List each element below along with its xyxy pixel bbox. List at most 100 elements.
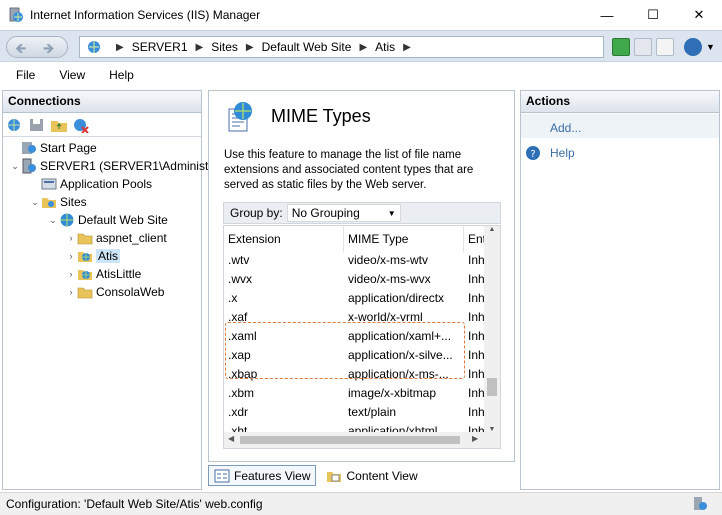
cell-extension: .xdr — [228, 405, 249, 419]
chevron-down-icon[interactable]: ▼ — [706, 42, 715, 56]
tree-node[interactable]: ⌄ Sites — [29, 193, 87, 211]
scroll-up-icon[interactable]: ▲ — [484, 226, 500, 233]
hscroll-thumb[interactable] — [240, 436, 460, 444]
tree-node[interactable]: Application Pools — [29, 175, 152, 193]
cell-mime-type: video/x-ms-wvx — [348, 272, 431, 286]
folder-icon — [77, 233, 93, 245]
feature-pane: MIME Types Use this feature to manage th… — [208, 90, 515, 462]
group-by-bar: Group by: No Grouping ▼ — [223, 202, 501, 224]
horizontal-scrollbar[interactable]: ◀ ▶ — [224, 432, 500, 448]
tree-node[interactable]: › Atis — [65, 247, 121, 265]
tab-features-view[interactable]: Features View — [208, 465, 317, 486]
add-action[interactable]: Add... — [550, 118, 581, 138]
highlight-box — [225, 322, 465, 379]
chevron-right-icon[interactable]: › — [65, 233, 77, 243]
chevron-right-icon: ▶ — [359, 41, 368, 53]
stop-icon[interactable] — [634, 38, 652, 56]
page-title: MIME Types — [271, 106, 371, 126]
tree-node[interactable]: › aspnet_client — [65, 229, 167, 247]
connections-toolbar — [3, 113, 201, 137]
menu-help[interactable]: Help — [109, 68, 134, 82]
table-row[interactable]: .wtv video/x-ms-wtv Inh — [224, 252, 486, 271]
chevron-right-icon[interactable]: › — [65, 287, 77, 297]
vertical-scrollbar[interactable]: ▲ ▼ — [484, 226, 500, 433]
features-view-icon — [214, 469, 230, 482]
tree-node-label: Start Page — [40, 141, 97, 155]
breadcrumb-sites[interactable]: Sites — [211, 40, 238, 54]
globe-icon — [60, 213, 74, 227]
disconnect-icon[interactable] — [72, 117, 90, 133]
menu-file[interactable]: File — [16, 68, 35, 82]
table-row[interactable]: .xdr text/plain Inh — [224, 404, 486, 423]
tree-node-label: Default Web Site — [78, 213, 168, 227]
cell-mime-type: video/x-ms-wtv — [348, 253, 429, 267]
menu-bar: File View Help — [0, 63, 722, 87]
tree-node-label: Atis — [96, 249, 121, 263]
navigation-bar: 🡸 🡺 ▶ SERVER1 ▶ Sites ▶ Default Web Site… — [0, 30, 722, 62]
title-bar: Internet Information Services (IIS) Mana… — [0, 0, 722, 30]
address-bar[interactable]: ▶ SERVER1 ▶ Sites ▶ Default Web Site ▶ A… — [79, 36, 604, 58]
actions-pane: Actions Add... ? Help — [520, 90, 720, 490]
chevron-right-icon: ▶ — [403, 41, 411, 53]
chevron-right-icon[interactable]: › — [65, 269, 77, 279]
cell-mime-type: image/x-xbitmap — [348, 386, 437, 400]
scroll-left-icon[interactable]: ◀ — [228, 434, 234, 443]
home-icon[interactable] — [656, 38, 674, 56]
connections-pane: Connections Start Page ⌄ SERVER1 (SERVER1\… — [2, 90, 212, 490]
tree-node-label: ConsolaWeb — [96, 285, 165, 299]
web-app-icon — [78, 252, 92, 262]
tree-node-label: AtisLittle — [96, 267, 142, 281]
iis-manager-icon — [9, 7, 23, 22]
breadcrumb-server[interactable]: SERVER1 — [132, 40, 188, 54]
tree-node[interactable]: Start Page — [9, 139, 97, 157]
help-action[interactable]: ? Help — [525, 143, 575, 163]
cell-extension: .xbm — [228, 386, 255, 400]
connect-globe-icon[interactable] — [6, 117, 24, 133]
tree-node[interactable]: › ConsolaWeb — [65, 283, 165, 301]
save-icon[interactable] — [28, 117, 46, 133]
close-button[interactable]: ✕ — [676, 0, 722, 30]
chevron-down-icon[interactable]: ⌄ — [9, 161, 21, 172]
back-arrow-icon[interactable]: 🡸 — [15, 38, 26, 62]
mime-types-list[interactable]: Extension MIME Type Ent .wtv video/x-ms-w… — [223, 225, 501, 449]
column-mime-type[interactable]: MIME Type — [344, 226, 464, 252]
table-row[interactable]: .xbm image/x-xbitmap Inh — [224, 385, 486, 404]
chevron-down-icon[interactable]: ⌄ — [29, 197, 41, 208]
scroll-right-icon[interactable]: ▶ — [472, 434, 478, 443]
folder-up-icon[interactable] — [50, 117, 68, 133]
cell-mime-type: application/directx — [348, 291, 445, 305]
group-by-select[interactable]: No Grouping ▼ — [286, 204, 401, 222]
web-app-icon — [78, 270, 92, 280]
breadcrumb-atis[interactable]: Atis — [375, 40, 395, 54]
tree-node[interactable]: › AtisLittle — [65, 265, 142, 283]
window-title: Internet Information Services (IIS) Mana… — [30, 8, 261, 22]
feature-description: Use this feature to manage the list of f… — [224, 149, 474, 191]
chevron-down-icon[interactable]: ⌄ — [47, 215, 59, 226]
cell-entry-type: Inh — [468, 329, 485, 343]
help-icon[interactable] — [684, 38, 702, 56]
column-entry-type[interactable]: Ent — [464, 226, 486, 252]
tree-node-label: SERVER1 (SERVER1\Administr — [40, 159, 213, 173]
chevron-right-icon[interactable]: › — [65, 251, 77, 261]
tree-node-label: Sites — [60, 195, 87, 209]
tree-node-label: Application Pools — [60, 177, 153, 191]
minimize-button[interactable]: — — [584, 0, 630, 30]
forward-arrow-icon[interactable]: 🡺 — [43, 38, 54, 62]
back-forward-buttons[interactable]: 🡸 🡺 — [6, 36, 68, 58]
app-pools-icon — [41, 178, 57, 190]
maximize-button[interactable]: ☐ — [630, 0, 676, 30]
menu-view[interactable]: View — [59, 68, 85, 82]
folder-icon — [77, 287, 93, 299]
refresh-icon[interactable] — [612, 38, 630, 56]
scroll-thumb[interactable] — [487, 378, 497, 396]
tab-features-label: Features View — [234, 468, 311, 483]
mime-types-icon — [228, 102, 252, 132]
breadcrumb-default-web-site[interactable]: Default Web Site — [262, 40, 352, 54]
tab-content-view[interactable]: Content View — [320, 465, 423, 486]
table-row[interactable]: .wvx video/x-ms-wvx Inh — [224, 271, 486, 290]
table-row[interactable]: .x application/directx Inh — [224, 290, 486, 309]
status-text: Configuration: 'Default Web Site/Atis' w… — [6, 497, 263, 511]
column-extension[interactable]: Extension — [224, 226, 344, 252]
tree-node[interactable]: ⌄ SERVER1 (SERVER1\Administr — [9, 157, 212, 175]
tree-node[interactable]: ⌄ Default Web Site — [47, 211, 168, 229]
